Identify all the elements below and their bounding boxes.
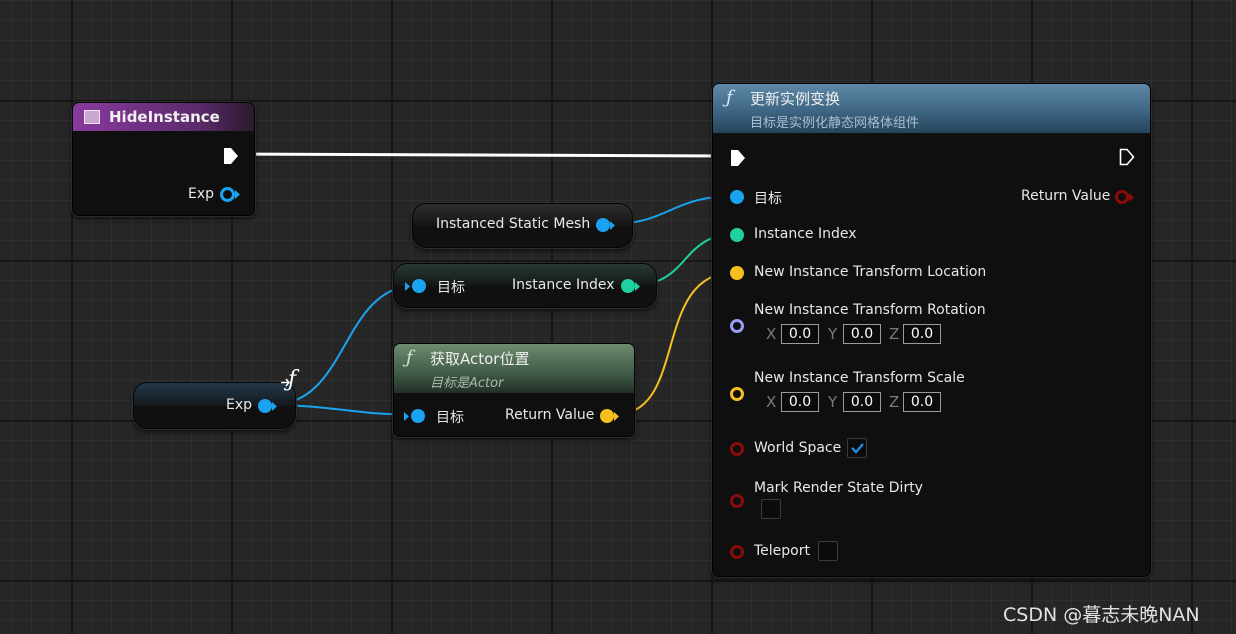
object-out-pin[interactable] [596, 218, 610, 232]
teleport-checkbox[interactable] [818, 541, 838, 561]
checkmark-icon [851, 443, 864, 454]
exp-label: Exp [226, 397, 253, 413]
arrow-icon [281, 378, 290, 387]
node-title: 更新实例变换 [750, 90, 841, 108]
instanced-static-mesh-variable[interactable]: Instanced Static Mesh [412, 203, 633, 248]
function-icon: ƒ [406, 347, 413, 368]
scale-label: New Instance Transform Scale [754, 370, 965, 386]
target-label: 目标 [436, 410, 464, 426]
rotation-in-pin[interactable] [730, 319, 744, 333]
rotation-x-field[interactable]: 0.0 [781, 324, 819, 344]
teleport-in-pin[interactable] [730, 545, 744, 559]
target-in-pin[interactable] [412, 279, 426, 293]
return-value-out-pin[interactable] [600, 409, 614, 423]
world-space-in-pin[interactable] [730, 442, 744, 456]
scale-y-field[interactable]: 0.0 [843, 392, 881, 412]
function-icon: ƒ [726, 87, 733, 108]
node-subtitle: 目标是实例化静态网格体组件 [750, 116, 920, 131]
mark-render-state-dirty-label: Mark Render State Dirty [754, 480, 923, 496]
rotation-x-axis-label: X [766, 325, 777, 343]
world-space-checkbox[interactable] [847, 438, 867, 458]
exec-out-pin[interactable] [223, 147, 239, 165]
scale-x-axis-label: X [766, 393, 777, 411]
event-icon [84, 110, 100, 124]
watermark: CSDN @暮志未晚NAN [1003, 604, 1200, 626]
teleport-label: Teleport [754, 543, 810, 559]
location-in-pin[interactable] [730, 266, 744, 280]
return-value-label: Return Value [505, 407, 595, 423]
exp-variable-node[interactable]: Exp [133, 382, 296, 429]
pin-arrow-icon [610, 221, 615, 230]
location-label: New Instance Transform Location [754, 264, 987, 280]
pin-arrow-icon [404, 412, 409, 421]
update-instance-transform-node[interactable]: ƒ 更新实例变换 目标是实例化静态网格体组件 目标 Return Value I… [712, 83, 1151, 577]
target-in-pin[interactable] [730, 190, 744, 204]
hide-instance-node[interactable]: HideInstance Exp [72, 102, 255, 216]
node-subtitle: 目标是Actor [430, 376, 504, 391]
instance-index-out-pin[interactable] [621, 279, 635, 293]
scale-in-pin[interactable] [730, 387, 744, 401]
instance-index-label: Instance Index [512, 277, 615, 293]
get-actor-location-node[interactable]: ƒ 获取Actor位置 目标是Actor 目标 Return Value [393, 343, 635, 437]
break-instance-node[interactable]: 目标 Instance Index [393, 263, 657, 308]
exec-wire[interactable] [237, 152, 729, 158]
instance-index-in-pin[interactable] [730, 228, 744, 242]
pin-arrow-icon [1129, 193, 1134, 202]
scale-z-axis-label: Z [889, 393, 900, 411]
scale-z-field[interactable]: 0.0 [903, 392, 941, 412]
exp-pin-label: Exp [188, 186, 215, 202]
scale-x-field[interactable]: 0.0 [781, 392, 819, 412]
instance-index-label: Instance Index [754, 226, 857, 242]
target-label: 目标 [754, 191, 782, 207]
rotation-label: New Instance Transform Rotation [754, 302, 986, 318]
rotation-z-field[interactable]: 0.0 [903, 324, 941, 344]
return-value-out-pin[interactable] [1115, 190, 1129, 204]
pin-arrow-icon [405, 282, 410, 291]
target-in-pin[interactable] [411, 409, 425, 423]
rotation-y-field[interactable]: 0.0 [843, 324, 881, 344]
pin-arrow-icon [614, 412, 619, 421]
node-title: 获取Actor位置 [430, 350, 530, 368]
pin-arrow-icon [235, 190, 240, 199]
node-title: HideInstance [109, 108, 220, 126]
exp-out-pin[interactable] [220, 187, 235, 202]
rotation-z-axis-label: Z [889, 325, 900, 343]
return-value-label: Return Value [1021, 188, 1111, 204]
target-label: 目标 [437, 280, 465, 296]
rotation-y-axis-label: Y [828, 325, 838, 343]
exec-in-pin[interactable] [730, 149, 746, 167]
exec-out-pin[interactable] [1119, 148, 1135, 166]
mark-render-state-dirty-in-pin[interactable] [730, 494, 744, 508]
pin-arrow-icon [272, 402, 277, 411]
pin-arrow-icon [635, 282, 640, 291]
scale-y-axis-label: Y [828, 393, 838, 411]
mark-render-state-dirty-checkbox[interactable] [761, 499, 781, 519]
world-space-label: World Space [754, 440, 842, 456]
variable-label: Instanced Static Mesh [436, 216, 591, 232]
exp-out-pin[interactable] [258, 399, 272, 413]
